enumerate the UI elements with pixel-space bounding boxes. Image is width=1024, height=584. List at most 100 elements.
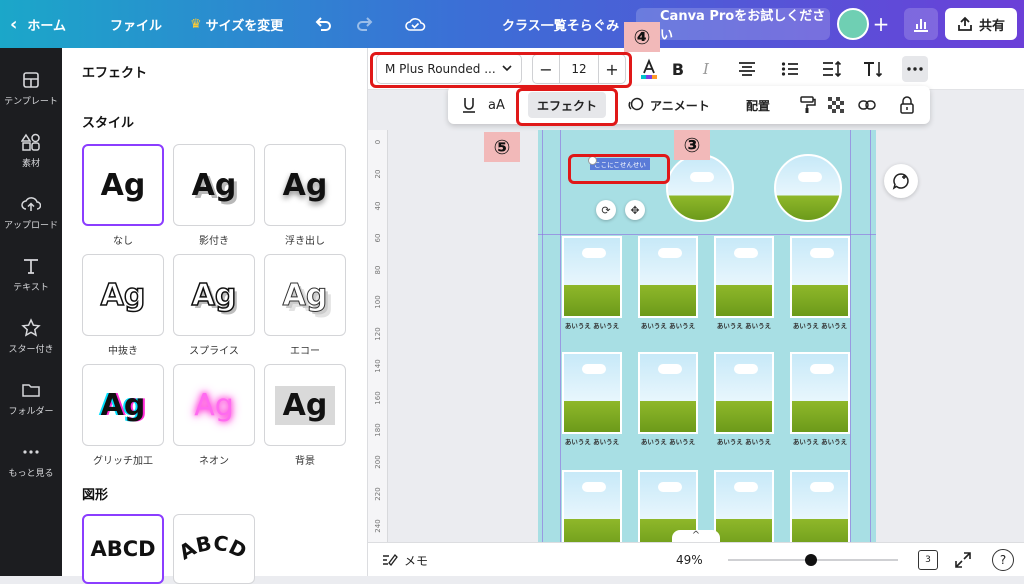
more-options-button[interactable] <box>902 56 928 82</box>
style-sample: Ag <box>274 385 336 425</box>
move-handle[interactable]: ✥ <box>625 200 645 220</box>
avatar[interactable] <box>837 8 869 40</box>
photo-frame[interactable] <box>638 352 698 434</box>
style-background-tile[interactable]: Ag <box>264 364 346 446</box>
photo-frame[interactable] <box>714 352 774 434</box>
style-echo-tile[interactable]: Ag <box>264 254 346 336</box>
paint-roller-icon <box>800 96 816 113</box>
photo-frame[interactable] <box>562 352 622 434</box>
rail-item-uploads[interactable]: アップロード <box>0 182 62 242</box>
vertical-text-button[interactable] <box>862 58 884 80</box>
fullscreen-button[interactable] <box>954 551 972 573</box>
link-button[interactable] <box>858 86 876 124</box>
style-label: 中抜き <box>108 346 138 357</box>
photo-frame[interactable] <box>638 236 698 318</box>
style-glitch-tile[interactable]: Ag <box>82 364 164 446</box>
animate-button[interactable]: アニメート <box>626 86 710 124</box>
shape-none-tile[interactable]: ABCD <box>82 514 164 584</box>
photo-frame[interactable] <box>714 236 774 318</box>
style-neon-tile[interactable]: Ag <box>173 364 255 446</box>
design-page[interactable]: ここにこせんせい ⟳ ✥ あいうえ あいうえ あいうえ あいうえ あいうえ あい… <box>538 130 876 542</box>
side-rail: テンプレート 素材 アップロード テキスト スター付き フォルダー もっと見る <box>0 48 62 576</box>
zoom-slider-handle[interactable] <box>805 554 818 566</box>
resize-button[interactable]: ♛ サイズを変更 <box>190 0 283 48</box>
rail-item-more[interactable]: もっと見る <box>0 430 62 490</box>
circle-photo-frame[interactable] <box>666 154 734 222</box>
style-label: エコー <box>290 346 320 357</box>
shape-curve-tile[interactable]: ABCD <box>173 514 255 584</box>
photo-frame[interactable] <box>790 470 850 542</box>
position-button[interactable]: 配置 <box>746 86 770 124</box>
underline-icon <box>463 98 475 113</box>
document-title[interactable]: クラス一覧そらぐみ <box>502 0 619 48</box>
style-shadow-tile[interactable]: Ag <box>173 144 255 226</box>
style-section-title: スタイル <box>82 116 135 131</box>
callout-badge-5: ⑤ <box>484 132 520 162</box>
photo-caption[interactable]: あいうえ あいうえ <box>636 320 700 330</box>
page-count-button[interactable]: 3 <box>918 550 938 570</box>
redo-button[interactable] <box>356 0 374 48</box>
circle-photo-frame[interactable] <box>774 154 842 222</box>
help-button[interactable]: ? <box>992 549 1014 571</box>
try-pro-button[interactable]: Canva Proをお試しください <box>636 8 830 43</box>
notes-button[interactable]: メモ <box>382 543 428 577</box>
ruler-tick: 160 <box>374 391 382 405</box>
file-menu[interactable]: ファイル <box>110 0 162 48</box>
undo-button[interactable] <box>314 0 332 48</box>
animate-icon <box>628 97 644 111</box>
photo-caption[interactable]: あいうえ あいうえ <box>636 436 700 446</box>
photo-caption[interactable]: あいうえ あいうえ <box>560 436 624 446</box>
copy-style-button[interactable] <box>800 86 816 124</box>
style-none-tile[interactable]: Ag <box>82 144 164 226</box>
svg-text:ABCD: ABCD <box>175 531 251 565</box>
save-status[interactable] <box>404 0 426 48</box>
curved-text-sample: ABCD <box>175 531 251 565</box>
photo-frame[interactable] <box>714 470 774 542</box>
photo-frame[interactable] <box>790 236 850 318</box>
style-lift-tile[interactable]: Ag <box>264 144 346 226</box>
style-hollow-tile[interactable]: Ag <box>82 254 164 336</box>
photo-frame[interactable] <box>562 236 622 318</box>
bold-button[interactable]: B <box>667 58 689 80</box>
ruler-tick: 0 <box>374 139 382 145</box>
notes-label: メモ <box>404 553 429 568</box>
share-button[interactable]: 共有 <box>945 8 1017 40</box>
style-sample: Ag <box>100 277 146 314</box>
underline-button[interactable] <box>462 86 476 124</box>
photo-caption[interactable]: あいうえ あいうえ <box>712 436 776 446</box>
style-sample: Ag <box>282 277 328 313</box>
photo-caption[interactable]: あいうえ あいうえ <box>560 320 624 330</box>
home-button[interactable]: ‹ ホーム <box>10 0 66 48</box>
lock-button[interactable] <box>900 86 914 124</box>
rail-item-text[interactable]: テキスト <box>0 244 62 304</box>
letter-case-button[interactable]: aA <box>488 86 505 124</box>
transparency-button[interactable] <box>828 86 844 124</box>
rail-item-elements[interactable]: 素材 <box>0 120 62 180</box>
lock-icon <box>900 96 914 114</box>
add-collaborator-button[interactable]: + <box>868 11 894 37</box>
transparency-icon <box>828 97 844 113</box>
photo-caption[interactable]: あいうえ あいうえ <box>788 320 852 330</box>
text-color-button[interactable] <box>638 58 660 80</box>
align-button[interactable] <box>736 58 758 80</box>
photo-frame[interactable] <box>790 352 850 434</box>
rail-item-folders[interactable]: フォルダー <box>0 368 62 428</box>
insights-button[interactable] <box>904 8 938 40</box>
spacing-button[interactable] <box>821 58 843 80</box>
share-label: 共有 <box>978 18 1005 34</box>
italic-button[interactable]: I <box>695 58 717 80</box>
rail-item-templates[interactable]: テンプレート <box>0 58 62 118</box>
ruler-tick: 60 <box>374 233 382 243</box>
ruler-tick: 200 <box>374 455 382 469</box>
comment-button[interactable] <box>884 164 918 198</box>
style-splice-tile[interactable]: Ag <box>173 254 255 336</box>
photo-frame[interactable] <box>562 470 622 542</box>
undo-icon <box>315 17 331 31</box>
list-button[interactable] <box>779 58 801 80</box>
photo-caption[interactable]: あいうえ あいうえ <box>788 436 852 446</box>
ruler-tick: 100 <box>374 295 382 309</box>
rotate-handle[interactable]: ⟳ <box>596 200 616 220</box>
rail-item-starred[interactable]: スター付き <box>0 306 62 366</box>
zoom-value[interactable]: 49% <box>676 543 703 577</box>
photo-caption[interactable]: あいうえ あいうえ <box>712 320 776 330</box>
